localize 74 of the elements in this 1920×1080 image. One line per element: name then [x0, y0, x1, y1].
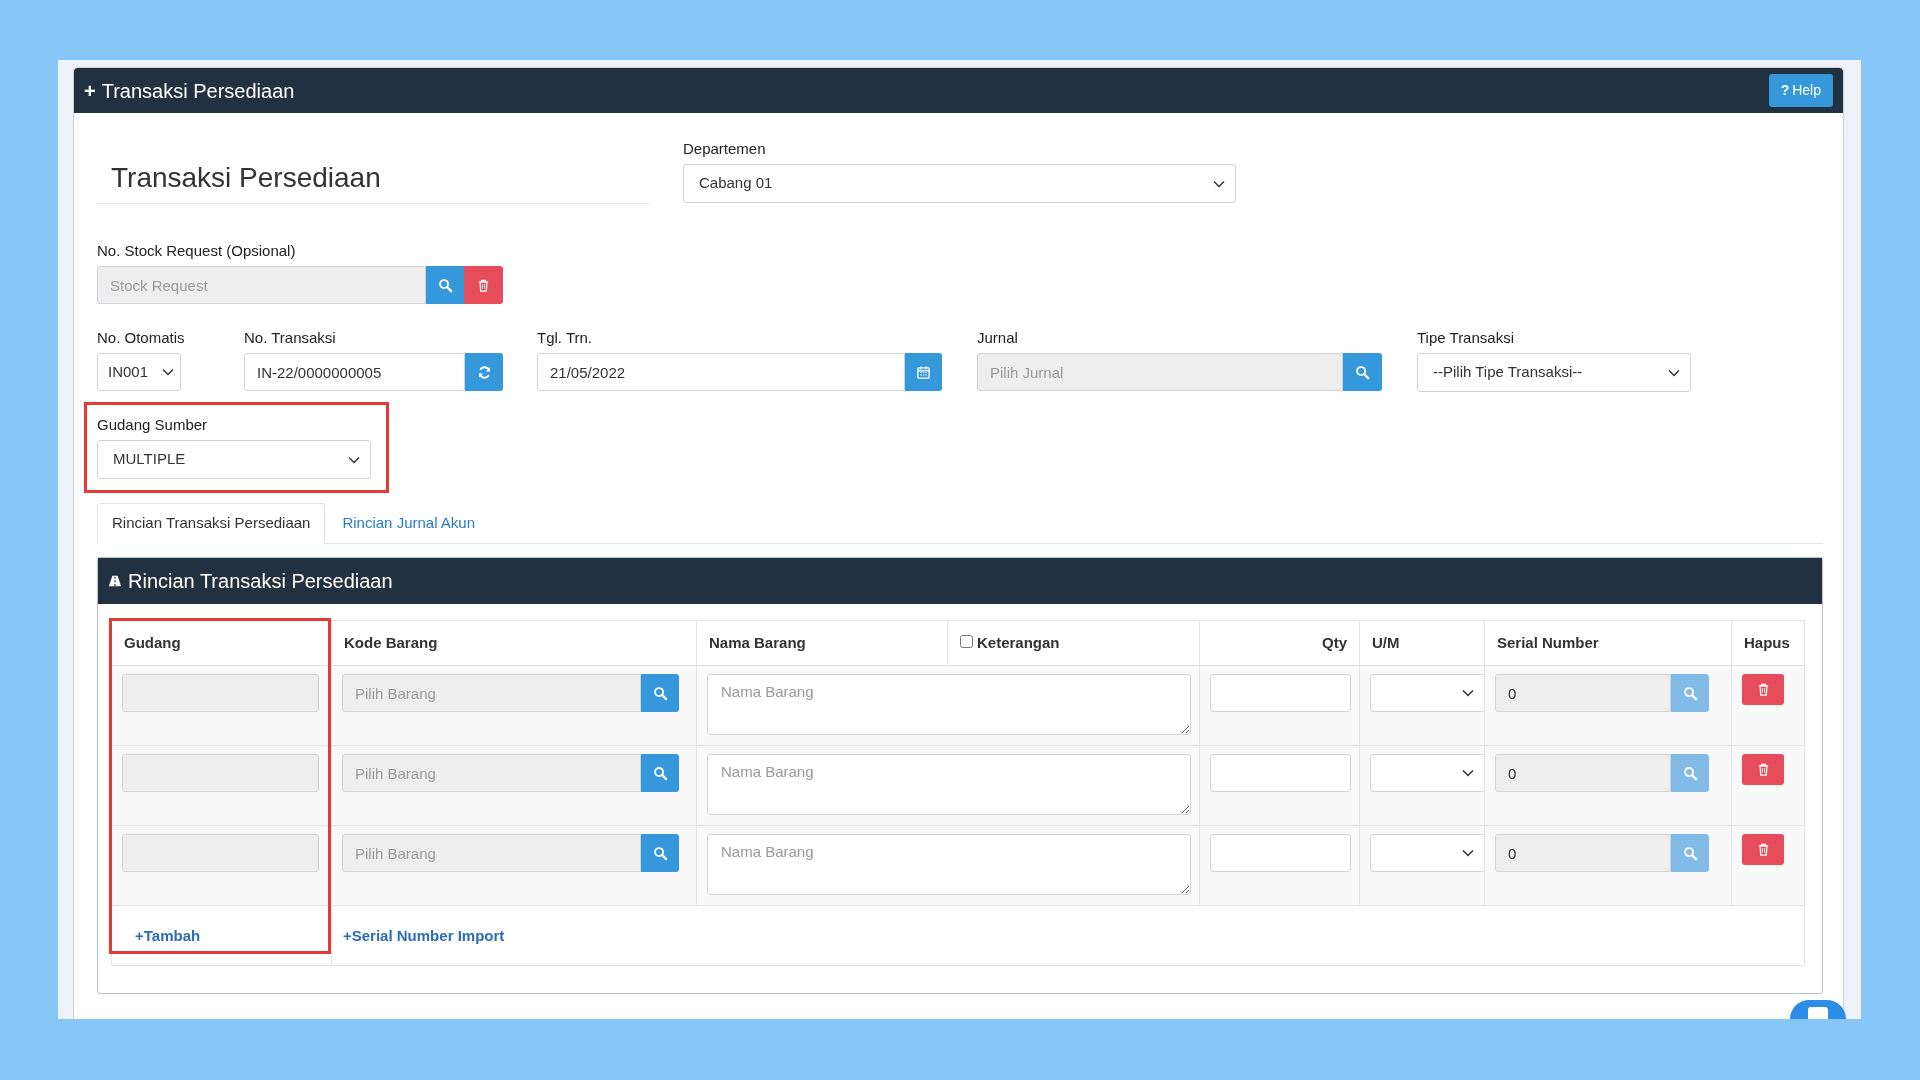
unit-select[interactable] [1370, 834, 1485, 872]
date-field[interactable]: 21/05/2022 [537, 353, 905, 391]
trash-icon [476, 277, 491, 293]
search-icon [652, 765, 668, 781]
section-title: Rincian Transaksi Persediaan [128, 569, 393, 594]
warehouse-field[interactable] [122, 754, 319, 792]
department-select[interactable]: Cabang 01 [683, 164, 1236, 203]
delete-button[interactable] [1742, 834, 1784, 865]
serial-number-field[interactable]: 0 [1495, 834, 1671, 872]
quantity-field[interactable] [1210, 754, 1351, 792]
field-label: Departemen [683, 139, 767, 159]
serial-import-link[interactable]: +Serial Number Import [343, 926, 505, 944]
refresh-button[interactable] [465, 353, 503, 391]
stock-request-field[interactable]: Stock Request [97, 266, 426, 304]
field-label: Tipe Transaksi [1417, 328, 1515, 348]
column-header: Hapus [1744, 633, 1790, 651]
item-name-field[interactable]: Nama Barang [707, 834, 1191, 895]
search-icon [1682, 765, 1698, 781]
field-label: Tgl. Trn. [537, 328, 593, 348]
serial-number-field[interactable]: 0 [1495, 754, 1671, 792]
transaction-number-field[interactable]: IN-22/0000000005 [244, 353, 465, 391]
add-row-link[interactable]: +Tambah [135, 926, 201, 944]
delete-button[interactable] [1742, 674, 1784, 705]
warehouse-field[interactable] [122, 674, 319, 712]
checkbox[interactable] [960, 634, 973, 648]
field-label: Jurnal [977, 328, 1019, 348]
field-label: No. Stock Request (Opsional) [97, 241, 297, 261]
item-name-field[interactable]: Nama Barang [707, 754, 1191, 815]
quantity-field[interactable] [1210, 834, 1351, 872]
unit-select[interactable] [1370, 674, 1485, 712]
item-code-field[interactable]: Pilih Barang [342, 674, 641, 712]
column-header: Serial Number [1497, 633, 1599, 651]
field-label: No. Otomatis [97, 328, 186, 348]
refresh-icon [476, 364, 492, 380]
tab[interactable]: Rincian Jurnal Akun [327, 503, 490, 544]
panel-title: Transaksi Persediaan [101, 78, 295, 104]
road-icon [108, 574, 122, 588]
column-header: Nama Barang [709, 633, 806, 651]
column-header: Gudang [124, 633, 181, 651]
search-button[interactable] [641, 754, 679, 792]
warehouse-select[interactable]: MULTIPLE [97, 440, 371, 479]
form-heading: Transaksi Persediaan [97, 157, 649, 204]
column-header: Keterangan [977, 632, 1060, 653]
search-icon [652, 685, 668, 701]
calendar-icon [916, 364, 931, 380]
search-button[interactable] [641, 674, 679, 712]
journal-field[interactable]: Pilih Jurnal [977, 353, 1343, 391]
item-code-field[interactable]: Pilih Barang [342, 834, 641, 872]
column-header: Qty [1322, 633, 1347, 651]
search-button[interactable] [1343, 353, 1382, 391]
tab[interactable]: Rincian Transaksi Persediaan [97, 503, 326, 544]
search-icon [1682, 685, 1698, 701]
field-label: No. Transaksi [244, 328, 337, 348]
transaction-type-select[interactable]: --Pilih Tipe Transaksi-- [1417, 353, 1691, 392]
delete-button[interactable] [1742, 754, 1784, 785]
item-name-field[interactable]: Nama Barang [707, 674, 1191, 735]
search-icon [1682, 845, 1698, 861]
number-format-select[interactable]: IN001 [97, 353, 181, 391]
plus-icon: + [84, 75, 96, 106]
column-header: Kode Barang [344, 633, 438, 651]
search-icon [1355, 364, 1370, 380]
quantity-field[interactable] [1210, 674, 1351, 712]
item-code-field[interactable]: Pilih Barang [342, 754, 641, 792]
warehouse-field[interactable] [122, 834, 319, 872]
search-icon [437, 277, 453, 293]
search-icon [652, 845, 668, 861]
unit-select[interactable] [1370, 754, 1485, 792]
calendar-button[interactable] [905, 353, 942, 391]
serial-number-field[interactable]: 0 [1495, 674, 1671, 712]
delete-button[interactable] [464, 266, 503, 304]
search-button[interactable] [641, 834, 679, 872]
search-button[interactable] [426, 266, 464, 304]
field-label: Gudang Sumber [97, 415, 209, 435]
column-header: U/M [1372, 633, 1400, 651]
